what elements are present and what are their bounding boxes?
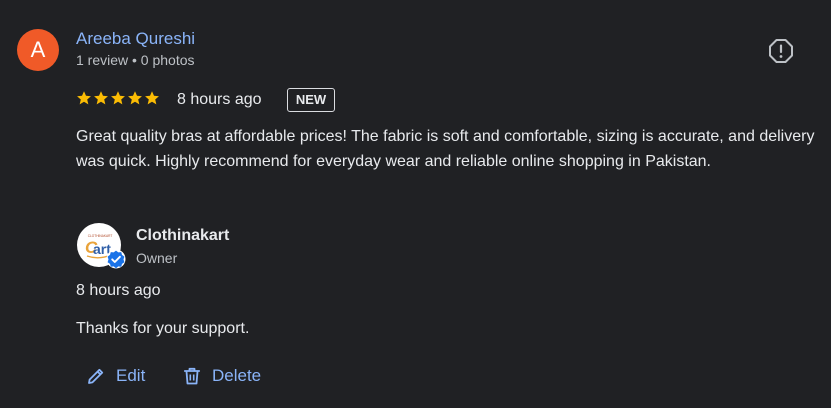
delete-label: Delete xyxy=(212,366,262,385)
review-card: A Areeba Qureshi 1 review • 0 photos 8 h… xyxy=(0,0,831,408)
owner-role: Owner xyxy=(136,250,178,266)
reviewer-name-link[interactable]: Areeba Qureshi xyxy=(76,29,195,49)
verified-check-icon xyxy=(106,249,126,269)
star-icon xyxy=(111,91,125,105)
verified-badge xyxy=(106,249,126,269)
reviewer-meta: 1 review • 0 photos xyxy=(76,52,195,68)
owner-name: Clothinakart xyxy=(136,227,230,244)
star-rating xyxy=(76,90,160,106)
edit-button[interactable]: Edit xyxy=(86,360,145,392)
pencil-icon xyxy=(88,368,104,384)
delete-button[interactable]: Delete xyxy=(182,360,261,392)
reply-time: 8 hours ago xyxy=(76,282,161,299)
reply-text: Thanks for your support. xyxy=(76,320,250,337)
edit-label: Edit xyxy=(116,366,146,385)
review-time: 8 hours ago xyxy=(177,91,262,108)
star-icon xyxy=(128,91,142,105)
review-text: Great quality bras at affordable prices!… xyxy=(76,128,815,170)
trash-icon xyxy=(183,367,201,385)
report-icon xyxy=(769,39,793,63)
reviewer-avatar[interactable]: A xyxy=(17,29,59,71)
star-icon xyxy=(77,91,91,105)
star-icon xyxy=(145,91,159,105)
star-icon xyxy=(94,91,108,105)
report-button[interactable] xyxy=(767,37,795,65)
new-badge: NEW xyxy=(287,88,335,112)
